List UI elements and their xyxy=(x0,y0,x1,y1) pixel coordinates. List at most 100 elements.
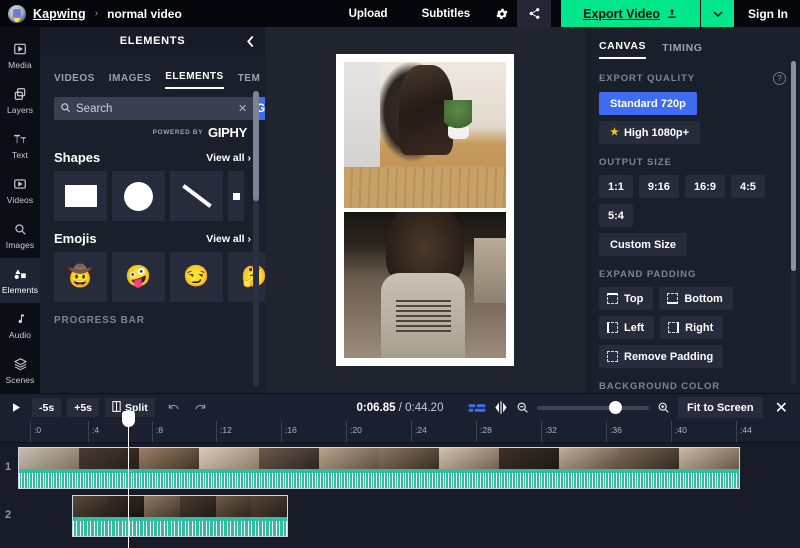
upload-box-icon xyxy=(668,9,676,18)
forward-5s-button[interactable]: +5s xyxy=(67,398,99,417)
gear-icon[interactable] xyxy=(487,0,517,27)
sidebar-label-elements: Elements xyxy=(1,285,39,295)
zoom-slider-handle[interactable] xyxy=(608,400,622,414)
ratio-16-9[interactable]: 16:9 xyxy=(684,175,725,198)
emoji-cowboy[interactable]: 🤠 xyxy=(54,252,107,302)
sidebar-item-text[interactable]: Text xyxy=(0,123,40,168)
sidebar-item-videos[interactable]: Videos xyxy=(0,168,40,213)
back-5s-button[interactable]: -5s xyxy=(32,398,62,417)
help-circle-icon[interactable]: ? xyxy=(773,72,786,85)
zoom-out-icon[interactable] xyxy=(516,394,529,422)
emoji-zany-face[interactable]: 🤪 xyxy=(112,252,165,302)
sidebar-item-images[interactable]: Images xyxy=(0,213,40,258)
ratio-9-16[interactable]: 9:16 xyxy=(638,175,679,198)
track-label-1: 1 xyxy=(5,461,12,473)
output-size-header: OUTPUT SIZE xyxy=(599,157,786,175)
shapes-view-all[interactable]: View all › xyxy=(206,152,251,164)
canvas-stage[interactable] xyxy=(265,27,585,393)
tab-elements[interactable]: ELEMENTS xyxy=(165,71,224,89)
star-icon: ★ xyxy=(610,127,619,138)
project-title[interactable]: normal video xyxy=(107,7,182,21)
output-size-title: OUTPUT SIZE xyxy=(599,157,672,168)
breadcrumb-separator: › xyxy=(94,8,99,19)
upload-button[interactable]: Upload xyxy=(332,0,405,27)
emojis-view-all[interactable]: View all › xyxy=(206,233,251,245)
tab-canvas[interactable]: CANVAS xyxy=(599,40,647,59)
sidebar-item-media[interactable]: Media xyxy=(0,33,40,78)
properties-tabs: CANVAS TIMING xyxy=(585,27,800,59)
zoom-in-icon[interactable] xyxy=(657,394,670,422)
scenes-stack-icon xyxy=(13,356,28,372)
timeline-ruler[interactable]: :0 :4 :8 :12 :16 :20 :24 :28 :32 :36 :40… xyxy=(0,421,800,443)
remove-padding-button[interactable]: Remove Padding xyxy=(599,345,724,368)
expand-padding-section: EXPAND PADDING Top Bottom Left Right Rem… xyxy=(585,256,800,368)
properties-scrollbar-thumb[interactable] xyxy=(791,61,796,271)
kapwing-logo-icon[interactable] xyxy=(8,4,26,23)
ratio-1-1[interactable]: 1:1 xyxy=(599,175,633,198)
close-icon[interactable]: ✕ xyxy=(235,102,250,115)
padding-top-icon xyxy=(607,293,618,304)
undo-icon[interactable] xyxy=(161,394,187,422)
ruler-tick-label: :40 xyxy=(675,425,687,435)
tab-images[interactable]: IMAGES xyxy=(109,73,151,89)
ruler-tick: :8 xyxy=(152,421,163,442)
sidebar-item-audio[interactable]: Audio xyxy=(0,303,40,348)
timeline-clip-1[interactable] xyxy=(18,447,740,489)
track-view-icon[interactable] xyxy=(468,394,486,422)
properties-panel: CANVAS TIMING EXPORT QUALITY ? Standard … xyxy=(585,27,800,393)
shape-rectangle[interactable] xyxy=(54,171,107,221)
sidebar-label-scenes: Scenes xyxy=(5,375,35,385)
background-color-header: BACKGROUND COLOR xyxy=(599,381,786,393)
play-icon[interactable] xyxy=(0,394,32,422)
sidebar-item-elements[interactable]: Elements xyxy=(0,258,40,303)
padding-right-button[interactable]: Right xyxy=(660,316,724,339)
quality-high-1080p[interactable]: ★ High 1080p+ xyxy=(599,121,701,144)
remove-padding-label: Remove Padding xyxy=(624,350,714,363)
emoji-thinking[interactable]: 🤔 xyxy=(228,252,265,302)
subtitles-button[interactable]: Subtitles xyxy=(405,0,488,27)
tab-videos[interactable]: VIDEOS xyxy=(54,73,95,89)
search-input[interactable] xyxy=(76,102,230,115)
close-icon[interactable]: ✕ xyxy=(771,398,792,418)
fit-to-screen-button[interactable]: Fit to Screen xyxy=(677,397,763,418)
sidebar-item-scenes[interactable]: Scenes xyxy=(0,348,40,393)
ratio-5-4[interactable]: 5:4 xyxy=(599,204,633,227)
video-frame[interactable] xyxy=(336,54,514,366)
sidebar-label-text: Text xyxy=(12,150,28,160)
zoom-slider[interactable] xyxy=(536,400,649,414)
shape-line[interactable] xyxy=(170,171,223,221)
brand-link[interactable]: Kapwing xyxy=(33,7,86,21)
snap-icon[interactable] xyxy=(494,394,508,422)
panel-header: ELEMENTS xyxy=(40,27,265,55)
share-icon[interactable] xyxy=(517,0,552,27)
sign-in-button[interactable]: Sign In xyxy=(734,7,800,21)
export-options-caret[interactable] xyxy=(700,0,734,27)
padding-bottom-button[interactable]: Bottom xyxy=(659,287,733,310)
ratio-4-5[interactable]: 4:5 xyxy=(730,175,765,198)
remove-padding-row: Remove Padding xyxy=(599,345,786,368)
playhead[interactable] xyxy=(122,411,135,548)
panel-scrollbar-thumb[interactable] xyxy=(253,91,259,201)
custom-size-button[interactable]: Custom Size xyxy=(599,233,688,256)
timeline-toolbar: -5s +5s Split 0:06.85 / 0:44.20 Fit to S… xyxy=(0,393,800,421)
padding-left-button[interactable]: Left xyxy=(599,316,655,339)
ruler-tick-label: :8 xyxy=(156,425,164,435)
tab-timing[interactable]: TIMING xyxy=(662,42,702,59)
timeline-clip-2[interactable] xyxy=(72,495,288,537)
redo-icon[interactable] xyxy=(187,394,213,422)
shape-partial[interactable] xyxy=(228,171,244,221)
shape-circle[interactable] xyxy=(112,171,165,221)
video-clip-bottom[interactable] xyxy=(344,212,506,358)
emoji-smirking[interactable]: 😏 xyxy=(170,252,223,302)
split-icon xyxy=(112,400,121,415)
chevron-left-icon[interactable] xyxy=(242,33,258,49)
tab-templates[interactable]: TEM xyxy=(238,73,261,89)
export-video-button[interactable]: Export Video xyxy=(561,0,700,27)
sidebar-item-layers[interactable]: Layers xyxy=(0,78,40,123)
ruler-tick: :44 xyxy=(736,421,752,442)
quality-standard-720p[interactable]: Standard 720p xyxy=(599,92,697,115)
search-box[interactable]: ✕ xyxy=(54,97,257,120)
padding-top-button[interactable]: Top xyxy=(599,287,654,310)
video-clip-top[interactable] xyxy=(344,62,506,208)
background-color-section: BACKGROUND COLOR #ffffff xyxy=(585,368,800,393)
